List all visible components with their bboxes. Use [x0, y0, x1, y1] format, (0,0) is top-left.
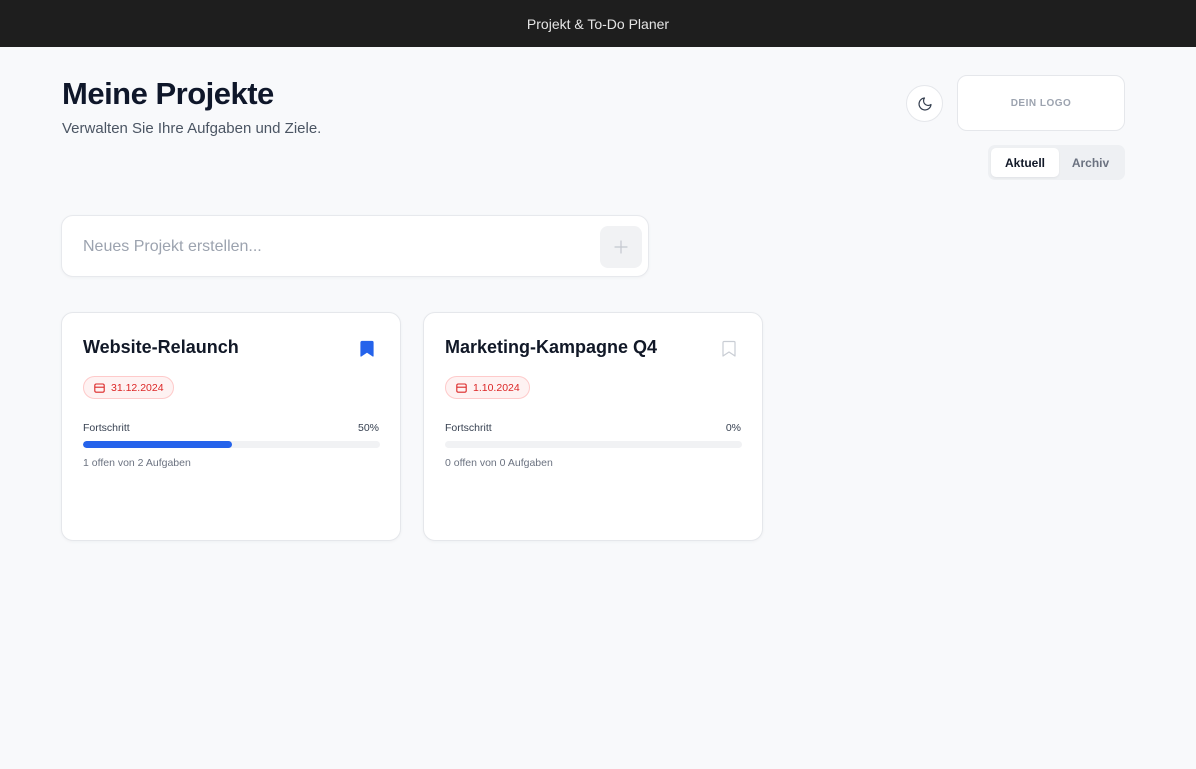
- moon-icon: [917, 96, 932, 111]
- bookmark-filled-icon[interactable]: [360, 340, 374, 357]
- page-title: Meine Projekte: [62, 76, 274, 111]
- bookmark-outline-icon[interactable]: [722, 340, 736, 357]
- calendar-icon: [456, 382, 467, 393]
- logo-placeholder: DEIN LOGO: [957, 75, 1125, 131]
- calendar-icon: [94, 382, 105, 393]
- due-date: 1.10.2024: [473, 381, 520, 394]
- project-card[interactable]: Website-Relaunch 31.12.2024 Fortschritt …: [61, 312, 401, 541]
- progress-bar-fill: [83, 441, 232, 448]
- progress-bar: [445, 441, 742, 448]
- due-date-badge: 31.12.2024: [83, 376, 174, 399]
- project-title: Marketing-Kampagne Q4: [445, 337, 658, 357]
- progress-percent: 0%: [725, 422, 741, 434]
- new-project-form: [61, 215, 649, 277]
- task-count: 1 offen von 2 Aufgaben: [83, 457, 191, 469]
- new-project-input[interactable]: [83, 234, 583, 260]
- due-date: 31.12.2024: [111, 381, 164, 394]
- app-title: Projekt & To-Do Planer: [526, 15, 670, 32]
- project-title: Website-Relaunch: [83, 337, 239, 357]
- tab-aktuell[interactable]: Aktuell: [991, 148, 1059, 177]
- logo-text: DEIN LOGO: [1010, 97, 1072, 109]
- due-date-badge: 1.10.2024: [445, 376, 530, 399]
- progress-bar: [83, 441, 380, 448]
- theme-toggle-button[interactable]: [906, 85, 943, 122]
- top-bar: Projekt & To-Do Planer: [0, 0, 1196, 47]
- progress-label: Fortschritt: [445, 422, 492, 434]
- page-subtitle: Verwalten Sie Ihre Aufgaben und Ziele.: [62, 120, 322, 137]
- progress-label: Fortschritt: [83, 422, 130, 434]
- view-tabs: Aktuell Archiv: [988, 145, 1125, 180]
- progress-percent: 50%: [357, 422, 379, 434]
- plus-icon: [614, 240, 628, 254]
- tab-archiv[interactable]: Archiv: [1059, 148, 1122, 177]
- project-card[interactable]: Marketing-Kampagne Q4 1.10.2024 Fortschr…: [423, 312, 763, 541]
- page-header: Meine Projekte Verwalten Sie Ihre Aufgab…: [62, 76, 321, 137]
- add-project-button[interactable]: [600, 226, 642, 268]
- task-count: 0 offen von 0 Aufgaben: [445, 457, 553, 469]
